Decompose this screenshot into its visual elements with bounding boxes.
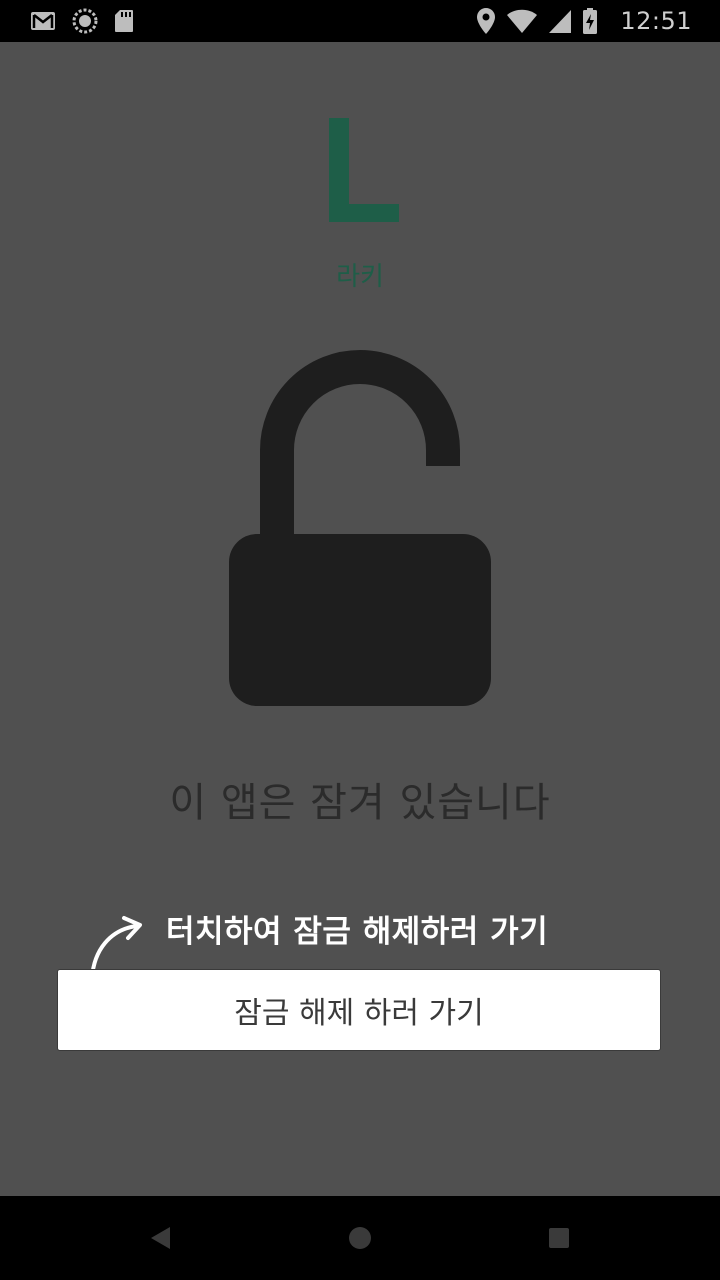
signal-icon bbox=[549, 10, 572, 33]
status-bar-notifications bbox=[30, 0, 134, 42]
lock-screen: 라키 이 앱은 잠겨 있습니다 터치하여 잠금 해제하러 가기 잠금 해제 하러… bbox=[0, 42, 720, 1196]
app-name: 라키 bbox=[336, 262, 384, 292]
unlock-hint: 터치하여 잠금 해제하러 가기 bbox=[166, 914, 549, 950]
status-bar-system: 12:51 bbox=[476, 0, 692, 42]
sync-icon bbox=[72, 8, 98, 34]
back-button[interactable] bbox=[140, 1218, 180, 1258]
back-icon bbox=[151, 1227, 170, 1249]
status-bar-clock: 12:51 bbox=[620, 7, 692, 35]
status-bar: 12:51 bbox=[0, 0, 720, 42]
location-icon bbox=[477, 8, 496, 34]
wifi-icon bbox=[507, 9, 538, 33]
home-button[interactable] bbox=[340, 1218, 380, 1258]
go-to-unlock-button[interactable]: 잠금 해제 하러 가기 bbox=[57, 969, 661, 1051]
recents-icon bbox=[549, 1228, 569, 1248]
home-icon bbox=[349, 1227, 371, 1249]
app-screen: 12:51 라키 이 앱은 잠겨 있습니다 터치하여 잠금 해제하러 가기 잠금… bbox=[0, 0, 720, 1280]
recents-button[interactable] bbox=[539, 1218, 579, 1258]
battery-charging-icon bbox=[583, 8, 598, 34]
navigation-bar bbox=[0, 1196, 720, 1280]
sd-card-icon bbox=[115, 10, 133, 32]
gmail-icon bbox=[31, 12, 55, 30]
locked-message: 이 앱은 잠겨 있습니다 bbox=[169, 780, 551, 826]
unlocked-padlock-icon bbox=[229, 350, 491, 706]
app-logo bbox=[329, 118, 399, 222]
